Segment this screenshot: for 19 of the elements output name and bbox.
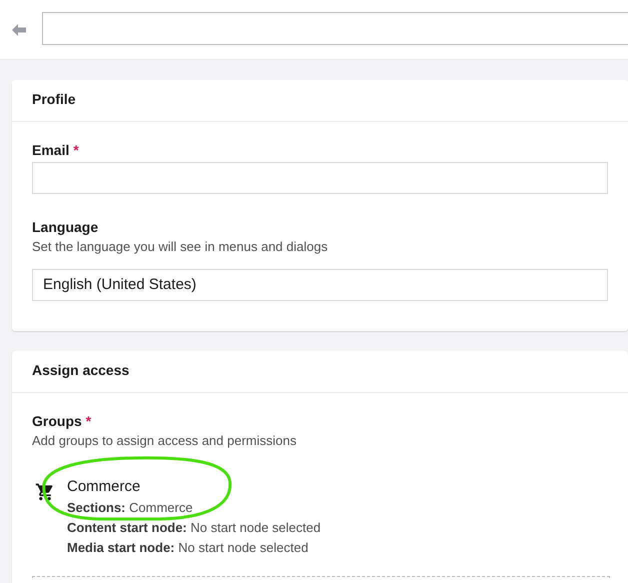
card-title: Assign access: [12, 351, 628, 393]
name-field[interactable]: [42, 12, 628, 45]
field-label: Language: [32, 219, 98, 235]
field-label: Email: [32, 142, 70, 158]
required-mark: *: [73, 142, 79, 158]
email-field[interactable]: [32, 162, 608, 194]
required-mark: *: [86, 413, 92, 429]
back-arrow-icon: [12, 24, 26, 36]
group-detail: Media start node: No start node selected: [67, 539, 310, 557]
group-detail: Sections: Commerce: [67, 499, 194, 517]
back-button[interactable]: [12, 22, 26, 38]
group-name[interactable]: Commerce: [67, 478, 321, 495]
field-description: Set the language you will see in menus and dialogs: [32, 239, 329, 254]
field-description: Add groups to assign access and permissions: [32, 433, 298, 448]
field-label: Groups: [32, 413, 82, 429]
group-detail: Content start node: No start node selected: [67, 519, 321, 537]
card-title: Profile: [12, 80, 628, 122]
language-select[interactable]: English (United States): [32, 269, 608, 301]
cart-icon: [35, 482, 55, 502]
